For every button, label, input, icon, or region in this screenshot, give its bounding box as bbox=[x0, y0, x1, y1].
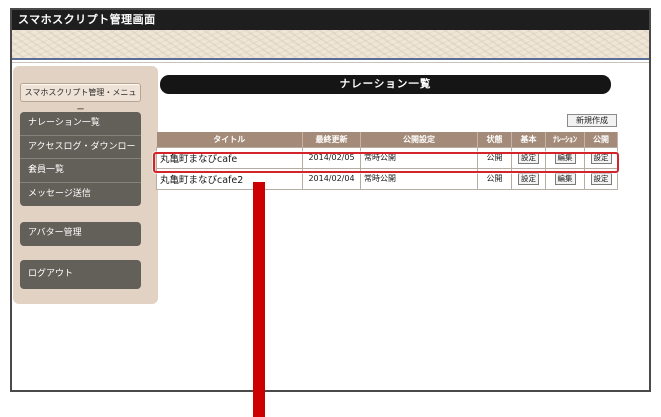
column-header-narration: ﾅﾚｰｼｮﾝ bbox=[545, 132, 585, 147]
basic-settings-button[interactable]: 設定 bbox=[518, 151, 539, 164]
table-row: 丸亀町まなびcafe 2014/02/05 常時公開 公開 設定 編集 設定 bbox=[156, 146, 618, 169]
row-narration-cell: 編集 bbox=[545, 167, 585, 190]
row-title: 丸亀町まなびcafe2 bbox=[156, 167, 303, 190]
sidebar-item-send-message[interactable]: メッセージ送信 bbox=[20, 183, 141, 207]
sidebar-nav-group-main: ナレーション一覧 アクセスログ・ダウンロード 会員一覧 メッセージ送信 bbox=[20, 112, 141, 206]
row-visibility: 常時公開 bbox=[360, 146, 478, 169]
column-header-title: タイトル bbox=[156, 132, 303, 147]
row-publish-cell: 設定 bbox=[584, 167, 618, 190]
publish-settings-button[interactable]: 設定 bbox=[590, 151, 612, 164]
header-texture-banner bbox=[12, 30, 649, 60]
sidebar: スマホスクリプト管理・メニュー ナレーション一覧 アクセスログ・ダウンロード 会… bbox=[13, 66, 158, 304]
narration-edit-button[interactable]: 編集 bbox=[554, 172, 576, 185]
row-updated: 2014/02/04 bbox=[302, 167, 361, 190]
row-basic-cell: 設定 bbox=[511, 146, 546, 169]
sidebar-item-access-log-download[interactable]: アクセスログ・ダウンロード bbox=[20, 136, 141, 175]
sidebar-item-narration-list[interactable]: ナレーション一覧 bbox=[20, 112, 141, 136]
row-status: 公開 bbox=[477, 167, 512, 190]
table-header-row: タイトル 最終更新 公開設定 状態 基本 ﾅﾚｰｼｮﾝ 公開 bbox=[156, 132, 618, 147]
new-create-button[interactable]: 新規作成 bbox=[567, 114, 617, 127]
sidebar-item-avatar-management[interactable]: アバター管理 bbox=[20, 222, 141, 246]
row-updated: 2014/02/05 bbox=[302, 146, 361, 169]
sidebar-nav-group-logout: ログアウト bbox=[20, 260, 141, 289]
narration-table: タイトル 最終更新 公開設定 状態 基本 ﾅﾚｰｼｮﾝ 公開 丸亀町まなびcaf… bbox=[156, 132, 618, 190]
row-basic-cell: 設定 bbox=[511, 167, 546, 190]
basic-settings-button[interactable]: 設定 bbox=[518, 172, 539, 185]
pointer-indicator-bar bbox=[253, 182, 265, 417]
page-title: ナレーション一覧 bbox=[160, 75, 611, 94]
column-header-publish: 公開 bbox=[584, 132, 618, 147]
column-header-status: 状態 bbox=[477, 132, 512, 147]
table-row: 丸亀町まなびcafe2 2014/02/04 常時公開 公開 設定 編集 設定 bbox=[156, 167, 618, 190]
narration-edit-button[interactable]: 編集 bbox=[554, 151, 576, 164]
app-title: スマホスクリプト管理画面 bbox=[18, 13, 156, 26]
app-title-bar: スマホスクリプト管理画面 bbox=[12, 10, 649, 30]
column-header-last-updated: 最終更新 bbox=[302, 132, 361, 147]
sidebar-nav-group-avatar: アバター管理 bbox=[20, 222, 141, 246]
sidebar-menu-title: スマホスクリプト管理・メニュー bbox=[20, 83, 141, 114]
row-narration-cell: 編集 bbox=[545, 146, 585, 169]
row-status: 公開 bbox=[477, 146, 512, 169]
column-header-visibility: 公開設定 bbox=[360, 132, 478, 147]
row-title: 丸亀町まなびcafe bbox=[156, 146, 303, 169]
row-publish-cell: 設定 bbox=[584, 146, 618, 169]
row-visibility: 常時公開 bbox=[360, 167, 478, 190]
publish-settings-button[interactable]: 設定 bbox=[590, 172, 612, 185]
sidebar-item-logout[interactable]: ログアウト bbox=[20, 260, 141, 289]
column-header-basic: 基本 bbox=[511, 132, 546, 147]
sidebar-item-member-list[interactable]: 会員一覧 bbox=[20, 159, 141, 183]
